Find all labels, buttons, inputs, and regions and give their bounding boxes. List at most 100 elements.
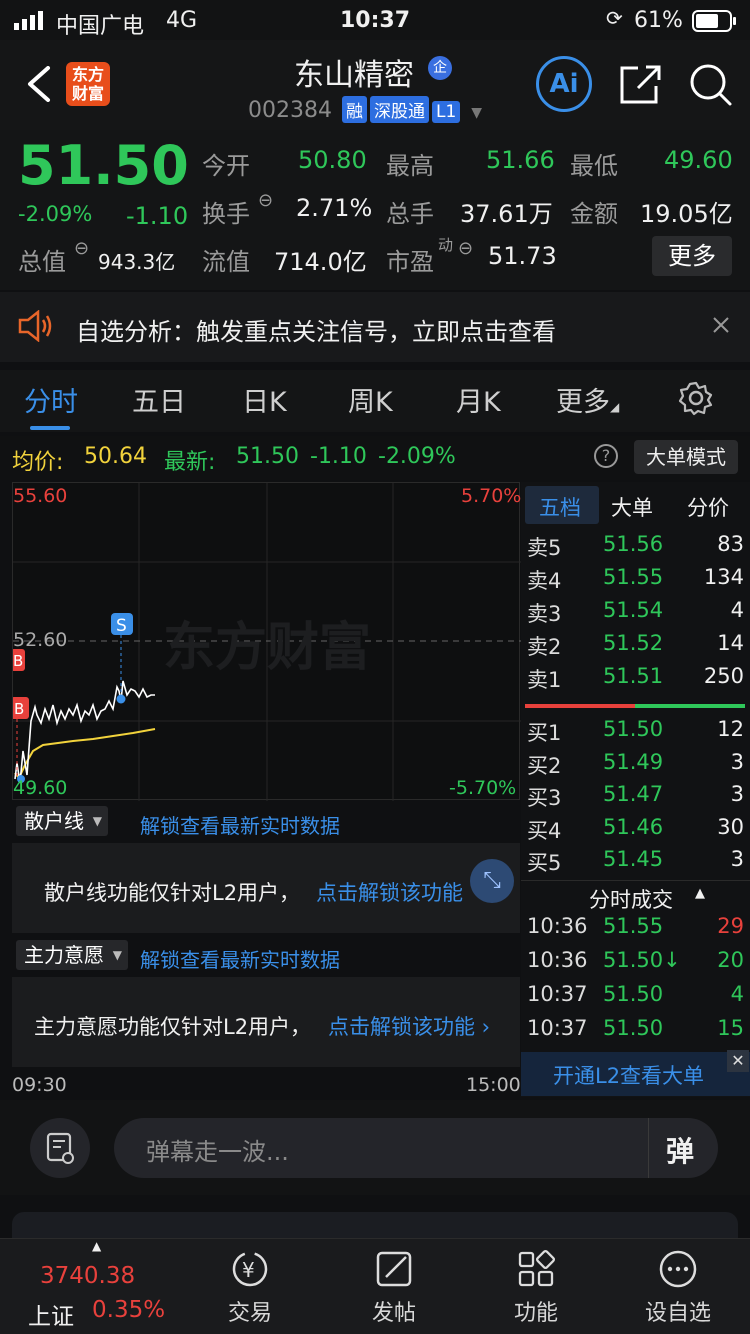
tab-five-day[interactable]: 五日 <box>132 380 186 419</box>
tab-monthly-k[interactable]: 月K <box>456 380 501 419</box>
close-icon[interactable]: ✕ <box>727 1050 749 1072</box>
price-info-line: 均价: 50.64 最新: 51.50 -1.10 -2.09% ? 大单模式 <box>0 436 750 480</box>
level-volume: 30 <box>717 814 744 839</box>
level-volume: 83 <box>717 532 744 556</box>
signal-notice[interactable]: 自选分析：触发重点关注信号，立即点击查看 <box>0 292 750 362</box>
stock-code-row: 002384 融深股通 L1 ▼ <box>248 96 482 123</box>
open-value: 50.80 <box>298 146 367 174</box>
main-force-unlock-button[interactable]: 点击解锁该功能 › <box>328 1011 490 1041</box>
level-price: 51.49 <box>603 749 664 774</box>
nav-trade[interactable]: ¥ 交易 <box>200 1249 300 1327</box>
danmu-input[interactable]: 弹幕走一波... 弹 <box>114 1118 718 1178</box>
nav-add-watchlist[interactable]: 设自选 <box>628 1249 728 1327</box>
pct-axis-min: -5.70% <box>449 777 517 799</box>
tab-more[interactable]: 更多◢ <box>556 380 619 419</box>
tab-big-orders[interactable]: 大单 <box>611 492 653 522</box>
enterprise-badge-icon: 企 <box>428 56 452 80</box>
info-icon[interactable]: ⊖ <box>74 238 89 259</box>
avg-label: 均价: <box>12 450 64 475</box>
intraday-chart[interactable]: 东方财富 S B B 55.60 52.60 49.60 5.70% -5.70… <box>11 482 522 801</box>
close-icon[interactable] <box>712 316 730 334</box>
ticks-title[interactable]: 分时成交 <box>589 884 673 914</box>
main-force-dropdown[interactable]: 主力意愿 ▼ <box>16 940 128 970</box>
change-percent: -2.09% <box>18 202 93 226</box>
tab-intraday[interactable]: 分时 <box>24 380 78 419</box>
pct-axis-max: 5.70% <box>461 485 522 507</box>
main-force-locked-text: 主力意愿功能仅针对L2用户， <box>34 1015 312 1039</box>
settings-gear-icon[interactable] <box>678 380 714 416</box>
app-logo: 东方 财富 <box>66 62 110 106</box>
y-axis-max: 55.60 <box>13 485 68 507</box>
danmu-toggle-button[interactable]: 弹 <box>666 1130 694 1170</box>
turnover-value: 2.71% <box>296 194 373 222</box>
tick-price: 51.50 <box>603 1016 664 1040</box>
time-axis-end: 15:00 <box>466 1074 521 1096</box>
level-price: 51.55 <box>603 565 664 589</box>
promo-strip[interactable] <box>12 1212 738 1238</box>
tab-weekly-k[interactable]: 周K <box>348 380 393 419</box>
main-force-unlock-link[interactable]: 解锁查看最新实时数据 <box>140 944 340 973</box>
level-price: 51.50 <box>603 717 664 741</box>
trade-icon: ¥ <box>232 1251 268 1287</box>
svg-text:B: B <box>13 652 23 670</box>
retail-unlock-link[interactable]: 解锁查看最新实时数据 <box>140 810 340 839</box>
l2-upgrade-banner[interactable]: 开通L2查看大单 ✕ <box>521 1050 750 1096</box>
expand-icon[interactable]: ⤡ <box>470 859 514 903</box>
level-volume: 3 <box>730 782 744 806</box>
ask-ratio-bar <box>525 704 635 708</box>
amount-value: 19.05亿 <box>640 200 733 228</box>
danmu-list-icon <box>46 1132 74 1164</box>
nav-post[interactable]: 发帖 <box>344 1249 444 1327</box>
more-button[interactable]: 更多 <box>652 236 732 276</box>
chevron-down-icon[interactable]: ▼ <box>471 105 482 121</box>
float-cap-label: 流值 <box>202 248 250 276</box>
back-icon[interactable] <box>26 66 52 102</box>
level-label: 卖1 <box>527 668 562 692</box>
level-label: 买1 <box>527 721 562 745</box>
search-icon[interactable] <box>688 62 734 108</box>
level-label: 买4 <box>527 818 562 843</box>
tick-volume: 29 <box>717 914 744 938</box>
nav-functions[interactable]: 功能 <box>486 1249 586 1327</box>
tab-daily-k[interactable]: 日K <box>242 380 287 419</box>
tab-five-levels[interactable]: 五档 <box>539 492 581 522</box>
level-price: 51.47 <box>603 782 664 806</box>
market-cap-value: 943.3亿 <box>98 250 176 274</box>
caret-up-icon[interactable]: ▲ <box>695 886 705 901</box>
level-label: 卖4 <box>527 569 562 593</box>
level-volume: 134 <box>703 565 744 589</box>
info-icon[interactable]: ⊖ <box>258 190 273 211</box>
active-tab-underline <box>30 426 70 430</box>
tab-price-dist[interactable]: 分价 <box>687 492 729 522</box>
clock: 10:37 <box>340 8 411 33</box>
level-volume: 14 <box>717 631 744 655</box>
level-label: 卖5 <box>527 536 562 560</box>
retail-unlock-button[interactable]: 点击解锁该功能 <box>316 877 463 907</box>
index-change: 0.35% <box>92 1297 166 1323</box>
average-price-line <box>14 728 156 780</box>
high-value: 51.66 <box>486 146 555 174</box>
help-icon[interactable]: ? <box>594 444 618 468</box>
tick-volume: 4 <box>730 982 744 1006</box>
volume-value: 37.61万 <box>460 200 553 228</box>
ai-assistant-button[interactable]: Ai <box>536 56 592 112</box>
retail-line-dropdown[interactable]: 散户线 ▼ <box>16 806 108 836</box>
danmu-settings-button[interactable] <box>30 1118 90 1178</box>
latest-label: 最新: <box>164 450 216 475</box>
info-icon[interactable]: ⊖ <box>458 238 473 259</box>
current-price: 51.50 <box>18 134 189 197</box>
open-label: 今开 <box>202 152 250 180</box>
more-dots-icon <box>659 1250 697 1288</box>
battery-percent: 61% <box>634 8 683 33</box>
signal-icon <box>14 11 43 30</box>
caret-up-icon[interactable]: ▲ <box>92 1239 101 1253</box>
big-order-mode-button[interactable]: 大单模式 <box>634 440 738 474</box>
share-icon[interactable] <box>618 62 664 106</box>
pe-value: 51.73 <box>488 242 557 270</box>
bid-ratio-bar <box>635 704 745 708</box>
notice-text: 自选分析：触发重点关注信号，立即点击查看 <box>76 318 556 346</box>
tick-row: 10:37 51.50 15 <box>521 1016 750 1048</box>
low-value: 49.60 <box>664 146 733 174</box>
y-axis-mid: 52.60 <box>13 629 68 651</box>
latest-value: 51.50 <box>236 444 299 469</box>
